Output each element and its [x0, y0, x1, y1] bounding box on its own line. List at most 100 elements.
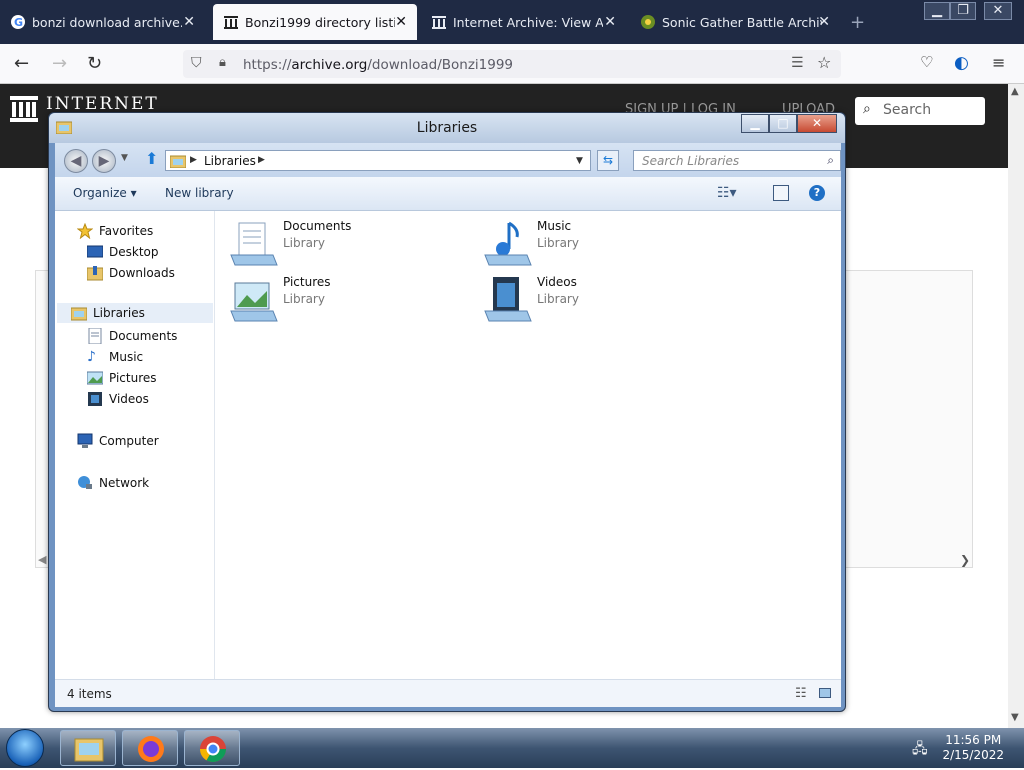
chevron-right-icon[interactable]: ▶: [190, 155, 197, 165]
archive-icon: [223, 14, 239, 30]
nav-favorites[interactable]: Favorites: [76, 222, 154, 240]
window-titlebar[interactable]: Libraries ▁ □ ✕: [49, 113, 845, 143]
preview-pane-icon[interactable]: [773, 185, 789, 201]
url-bar[interactable]: ⛉ 🔒︎ https://archive.org/download/Bonzi1…: [183, 50, 841, 78]
bookmark-star-icon[interactable]: ☆: [817, 53, 831, 72]
archive-logo-text[interactable]: INTERNET: [46, 94, 159, 114]
maximize-button[interactable]: □: [769, 114, 797, 133]
nav-computer-label: Computer: [99, 434, 159, 448]
address-bar[interactable]: ▶ Libraries ▶ ▼: [165, 150, 591, 171]
new-library-button[interactable]: New library: [165, 186, 234, 200]
command-bar: Organize ▾ New library ☷▾ ?: [55, 177, 841, 211]
nav-pictures[interactable]: Pictures: [86, 370, 157, 386]
minimize-button[interactable]: ▁: [741, 114, 769, 133]
library-item-videos[interactable]: Videos Library: [483, 275, 579, 325]
details-view-icon[interactable]: ☷: [795, 686, 807, 701]
breadcrumb-libraries[interactable]: Libraries: [204, 154, 256, 168]
url-prefix: https://: [243, 57, 292, 73]
nav-videos[interactable]: Videos: [87, 391, 149, 407]
library-type: Library: [283, 292, 325, 306]
close-tab-icon[interactable]: ✕: [183, 14, 195, 30]
scroll-left-icon[interactable]: ◀: [38, 553, 46, 566]
system-clock[interactable]: 11:56 PM 2/15/2022: [942, 733, 1004, 763]
desktop-icon: [86, 244, 104, 260]
menu-icon[interactable]: ≡: [992, 53, 1005, 72]
nav-favorites-label: Favorites: [99, 224, 154, 238]
close-icon[interactable]: ✕: [984, 2, 1012, 20]
nav-downloads[interactable]: Downloads: [86, 265, 175, 281]
taskbar: 🖧︎ 11:56 PM 2/15/2022: [0, 728, 1024, 768]
nav-downloads-label: Downloads: [109, 266, 175, 280]
tab-internet-archive-view[interactable]: Internet Archive: View Archi ✕: [421, 4, 626, 40]
close-tab-icon[interactable]: ✕: [818, 14, 830, 30]
music-library-icon: [483, 219, 533, 269]
library-item-documents[interactable]: Documents Library: [229, 219, 351, 269]
taskbar-chrome-button[interactable]: [184, 730, 240, 766]
downloads-folder-icon: [86, 265, 104, 281]
google-icon: G: [10, 14, 26, 30]
nav-music[interactable]: ♪ Music: [87, 349, 143, 365]
forward-icon[interactable]: →: [52, 53, 67, 74]
minimize-icon[interactable]: ▁: [924, 2, 950, 20]
library-item-pictures[interactable]: Pictures Library: [229, 275, 331, 325]
reader-view-icon[interactable]: ☰: [791, 55, 804, 71]
tab-bonzi1999-listing[interactable]: Bonzi1999 directory listing ✕: [213, 4, 417, 40]
network-tray-icon[interactable]: 🖧︎: [912, 738, 928, 762]
scroll-right-icon[interactable]: ❯: [960, 553, 970, 567]
refresh-icon[interactable]: ⇆: [597, 150, 619, 171]
up-arrow-icon[interactable]: ⬆: [145, 149, 158, 168]
help-icon[interactable]: ?: [809, 185, 825, 201]
explorer-body: Favorites Desktop Downloads Libraries Do…: [55, 211, 841, 679]
search-libraries-input[interactable]: Search Libraries ⌕: [633, 150, 841, 171]
star-icon: [76, 222, 94, 240]
url-path: /download/Bonzi1999: [367, 57, 514, 73]
start-button[interactable]: [6, 729, 44, 767]
nav-documents[interactable]: Documents: [87, 327, 177, 345]
archive-logo-icon[interactable]: [10, 96, 38, 122]
library-item-music[interactable]: Music Library: [483, 219, 579, 269]
nav-network-label: Network: [99, 476, 150, 490]
reload-icon[interactable]: ↻: [87, 53, 102, 74]
url-host: archive.org: [291, 57, 368, 73]
library-type: Library: [283, 236, 325, 250]
view-options-icon[interactable]: ☷▾: [717, 185, 737, 201]
chevron-down-icon[interactable]: ▼: [576, 156, 583, 166]
back-button[interactable]: ◀: [64, 149, 88, 173]
large-icons-view-icon[interactable]: [819, 688, 831, 698]
videos-library-icon: [483, 275, 533, 325]
tab-sonic-gather-battle[interactable]: Sonic Gather Battle Archives ✕: [630, 4, 840, 40]
shield-icon[interactable]: ⛉: [191, 55, 202, 71]
pocket-icon[interactable]: ♡: [920, 53, 933, 71]
chevron-right-icon[interactable]: ▶: [258, 155, 265, 165]
library-name: Pictures: [283, 275, 331, 289]
forward-button[interactable]: ▶: [92, 149, 116, 173]
extension-icon[interactable]: ◐: [954, 53, 969, 73]
taskbar-explorer-button[interactable]: [60, 730, 116, 766]
navigation-pane: Favorites Desktop Downloads Libraries Do…: [55, 211, 215, 679]
scroll-down-icon[interactable]: ▼: [1011, 712, 1019, 723]
nav-network[interactable]: Network: [77, 475, 149, 491]
nav-desktop[interactable]: Desktop: [86, 244, 159, 260]
lock-icon[interactable]: 🔒︎: [219, 55, 226, 70]
page-scrollbar[interactable]: ▲ ▼: [1008, 84, 1024, 728]
tab-bonzi-download[interactable]: G bonzi download archive.org ✕: [0, 4, 205, 40]
back-icon[interactable]: ←: [14, 53, 29, 74]
pictures-library-icon: [229, 275, 279, 325]
videos-icon: [87, 391, 103, 407]
documents-icon: [87, 327, 103, 345]
new-tab-icon[interactable]: +: [850, 12, 865, 33]
nav-libraries[interactable]: Libraries: [57, 303, 213, 323]
restore-icon[interactable]: ❐: [950, 2, 976, 20]
close-tab-icon[interactable]: ✕: [604, 14, 616, 30]
close-button[interactable]: ✕: [797, 114, 837, 133]
organize-button[interactable]: Organize ▾: [73, 186, 137, 200]
taskbar-firefox-button[interactable]: [122, 730, 178, 766]
nav-computer[interactable]: Computer: [77, 433, 159, 449]
search-icon[interactable]: ⌕: [827, 153, 834, 168]
site-icon: [640, 14, 656, 30]
archive-search-input[interactable]: ⌕ Search: [855, 97, 985, 125]
scroll-up-icon[interactable]: ▲: [1011, 86, 1019, 97]
close-tab-icon[interactable]: ✕: [395, 14, 407, 30]
clock-date: 2/15/2022: [942, 748, 1004, 762]
recent-pages-icon[interactable]: ▼: [121, 153, 128, 163]
